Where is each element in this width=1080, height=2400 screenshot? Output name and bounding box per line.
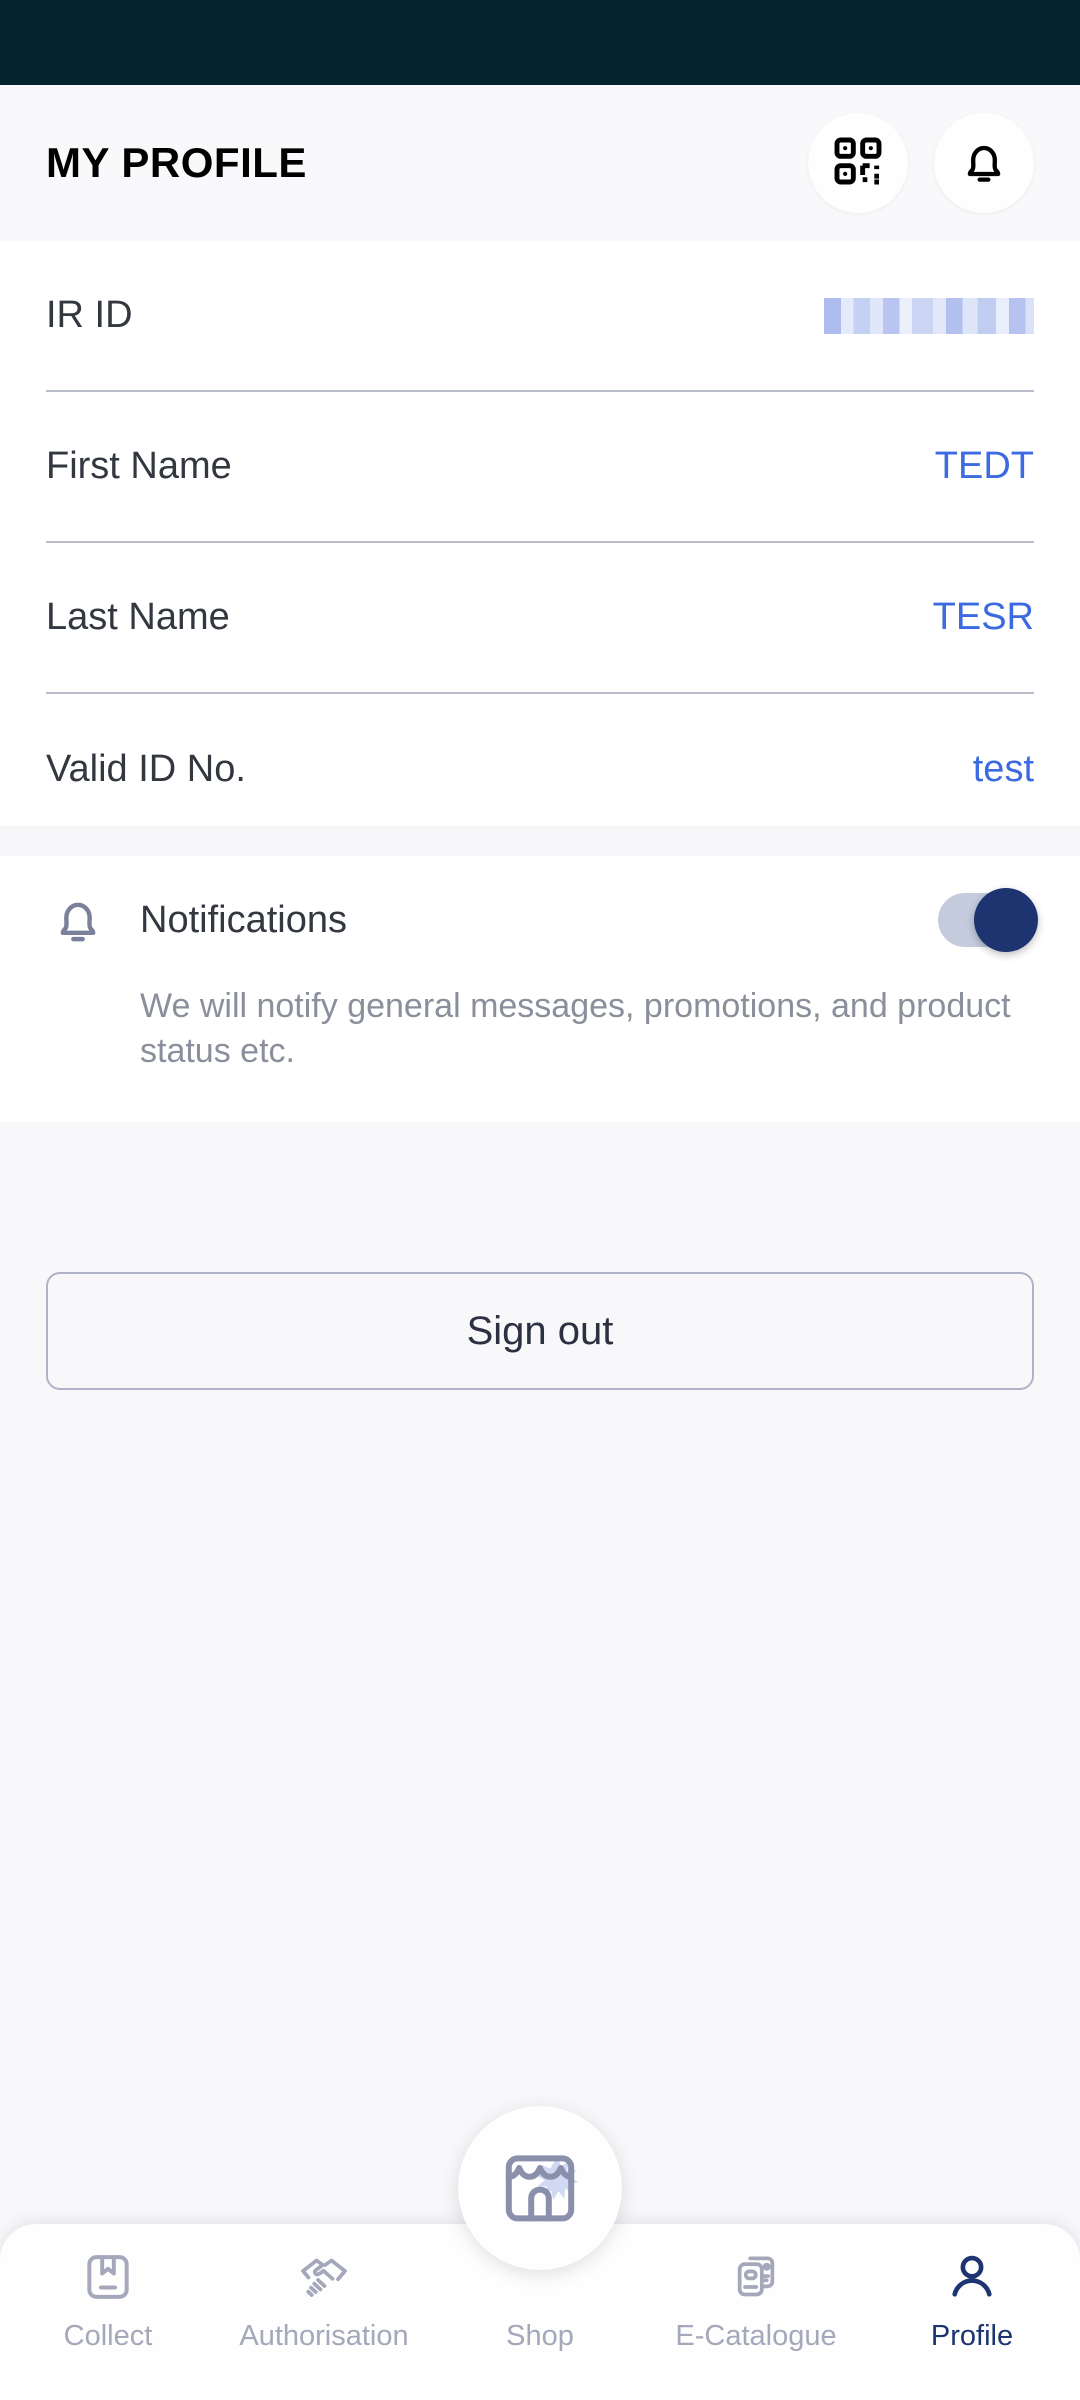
header-actions xyxy=(808,113,1034,213)
nav-label: Collect xyxy=(63,2320,153,2352)
profile-fields-section: IR ID First Name TEDT Last Name TESR Val… xyxy=(0,241,1080,845)
app-header: MY PROFILE xyxy=(0,85,1080,241)
field-value: test xyxy=(972,748,1034,790)
field-value-redacted xyxy=(824,297,1034,334)
section-divider-top xyxy=(0,826,1080,856)
field-label: Last Name xyxy=(46,596,230,638)
notifications-toggle[interactable] xyxy=(938,888,1038,952)
sign-out-container: Sign out xyxy=(46,1272,1034,1390)
field-row-ir-id[interactable]: IR ID xyxy=(46,241,1034,392)
toggle-thumb xyxy=(974,888,1038,952)
notifications-label: Notifications xyxy=(140,898,347,941)
notifications-description: We will notify general messages, promoti… xyxy=(140,987,1011,1070)
package-bookmark-icon xyxy=(80,2246,136,2308)
catalogue-cards-icon xyxy=(728,2246,784,2308)
person-icon xyxy=(944,2246,1000,2308)
app-screen: MY PROFILE IR ID First Name TEDT Last Na… xyxy=(0,0,1080,2400)
nav-item-authorisation[interactable]: Authorisation xyxy=(224,2246,424,2353)
notifications-section: Notifications We will notify general mes… xyxy=(0,856,1080,1122)
status-bar xyxy=(0,0,1080,85)
shop-fab-button[interactable] xyxy=(458,2106,622,2270)
nav-item-e-catalogue[interactable]: E-Catalogue xyxy=(656,2246,856,2353)
nav-label: Profile xyxy=(930,2320,1014,2352)
page-title: MY PROFILE xyxy=(46,139,307,186)
sign-out-button[interactable]: Sign out xyxy=(46,1272,1034,1390)
bell-icon xyxy=(46,892,110,948)
nav-item-profile[interactable]: Profile xyxy=(872,2246,1072,2353)
field-value: TESR xyxy=(932,596,1034,638)
field-row-valid-id-no[interactable]: Valid ID No. test xyxy=(46,694,1034,845)
notifications-row[interactable]: Notifications xyxy=(46,856,1038,984)
field-label: Valid ID No. xyxy=(46,748,246,790)
qr-code-icon xyxy=(830,133,886,194)
nav-label: Authorisation xyxy=(239,2320,409,2352)
field-label: IR ID xyxy=(46,294,133,336)
qr-code-button[interactable] xyxy=(808,113,908,213)
field-label: First Name xyxy=(46,445,232,487)
handshake-icon xyxy=(294,2246,354,2308)
field-row-first-name[interactable]: First Name TEDT xyxy=(46,392,1034,543)
bell-icon xyxy=(958,135,1010,192)
nav-label: E-Catalogue xyxy=(675,2320,837,2352)
field-value: TEDT xyxy=(934,445,1034,487)
nav-label: Shop xyxy=(506,2320,574,2352)
field-row-last-name[interactable]: Last Name TESR xyxy=(46,543,1034,694)
notifications-button[interactable] xyxy=(934,113,1034,213)
nav-item-collect[interactable]: Collect xyxy=(8,2246,208,2353)
